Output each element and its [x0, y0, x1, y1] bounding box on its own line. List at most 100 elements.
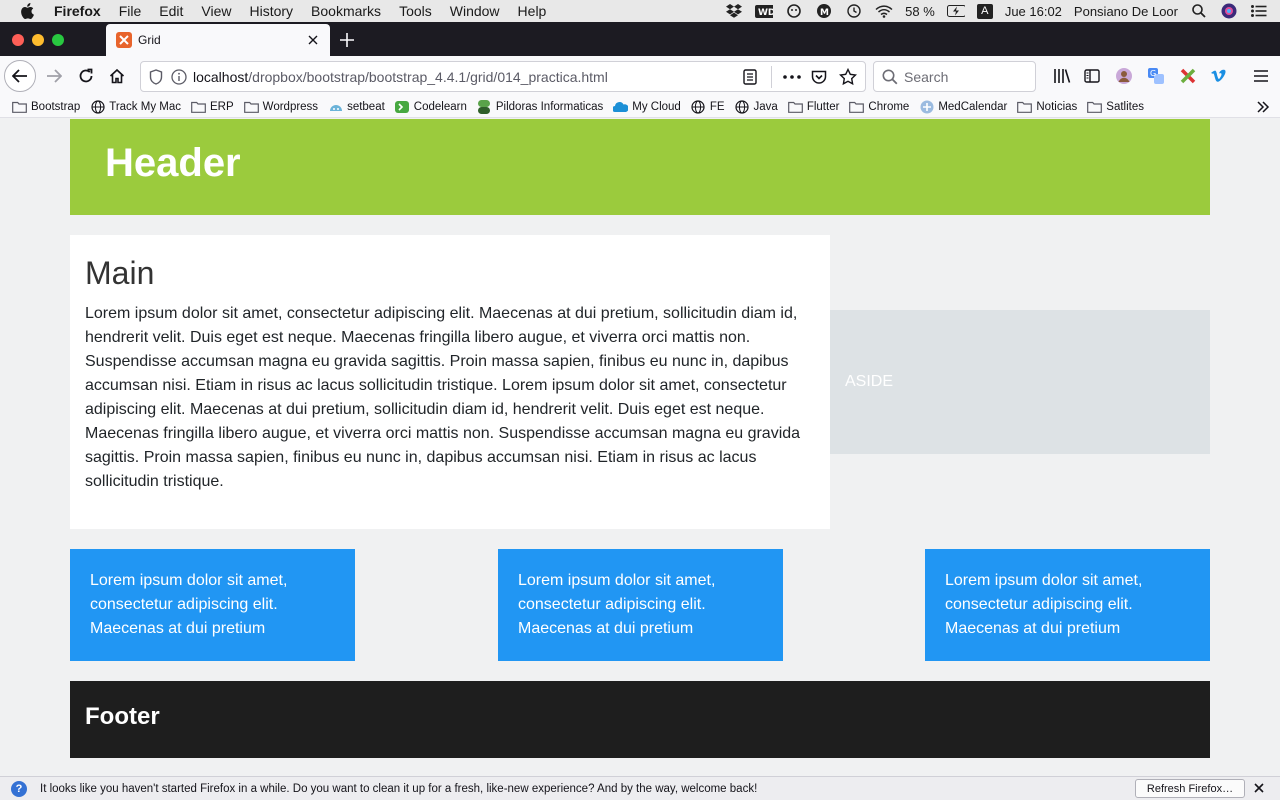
siri-icon[interactable] [1220, 3, 1238, 19]
page-header: Header [70, 119, 1210, 215]
notification-bar: ? It looks like you haven't started Fire… [0, 776, 1280, 800]
folder-icon [787, 101, 803, 113]
close-notification-icon[interactable] [1251, 780, 1267, 796]
menubar-user[interactable]: Ponsiano De Loor [1074, 4, 1178, 19]
bookmark-pildoras-informaticas[interactable]: Pildoras Informaticas [477, 99, 604, 114]
bookmark-noticias[interactable]: Noticias [1017, 101, 1077, 113]
reload-button[interactable] [72, 62, 100, 90]
vimeo-extension-icon[interactable] [1205, 62, 1233, 90]
back-button[interactable] [4, 60, 36, 92]
bookmark-star-icon[interactable] [839, 68, 857, 86]
bookmark-codelearn[interactable]: Codelearn [395, 100, 467, 113]
apple-icon[interactable] [20, 3, 36, 19]
reader-view-icon[interactable] [743, 69, 757, 85]
macos-menubar: Firefox File Edit View History Bookmarks… [0, 0, 1280, 22]
page-footer: Footer [70, 681, 1210, 758]
address-bar[interactable]: localhost/dropbox/bootstrap/bootstrap_4.… [140, 61, 866, 92]
page-actions-icon[interactable] [783, 75, 801, 79]
bookmark-wordpress[interactable]: Wordpress [243, 101, 318, 113]
close-window-button[interactable] [12, 34, 24, 46]
folder-icon [1087, 101, 1103, 113]
menu-app-firefox[interactable]: Firefox [54, 3, 101, 19]
sidebar-toggle-icon[interactable] [1078, 62, 1106, 90]
bookmark-flutter[interactable]: Flutter [787, 100, 840, 113]
bookmark-label: Pildoras Informaticas [495, 100, 604, 113]
bookmark-bootstrap[interactable]: Bootstrap [12, 101, 80, 113]
url-text[interactable]: localhost/dropbox/bootstrap/bootstrap_4.… [193, 69, 608, 85]
bookmarks-toolbar: Bootstrap Track My Mac ERP Wordpress setbeat… [0, 96, 1280, 118]
pildoras-icon [477, 99, 492, 114]
header-title: Header [105, 141, 241, 185]
translate-extension-icon[interactable]: G [1142, 62, 1170, 90]
menu-help[interactable]: Help [518, 3, 547, 19]
menu-view[interactable]: View [201, 3, 231, 19]
bookmark-label: Noticias [1036, 100, 1078, 113]
info-card-1: Lorem ipsum dolor sit amet, consectetur … [70, 549, 355, 661]
battery-icon[interactable] [946, 4, 965, 18]
menu-edit[interactable]: Edit [159, 3, 183, 19]
bookmark-setbeat[interactable]: setbeat [328, 101, 385, 113]
bookmark-erp[interactable]: ERP [191, 101, 234, 113]
question-icon: ? [11, 780, 27, 797]
menu-file[interactable]: File [119, 3, 142, 19]
tab-title: Grid [138, 33, 161, 47]
tools-extension-icon[interactable] [1174, 62, 1202, 90]
notification-center-icon[interactable] [1250, 4, 1268, 18]
bookmark-satlites[interactable]: Satlites [1087, 101, 1144, 113]
refresh-firefox-button[interactable]: Refresh Firefox… [1135, 779, 1245, 798]
menu-tools[interactable]: Tools [399, 3, 432, 19]
menu-history[interactable]: History [249, 3, 293, 19]
bookmark-chrome[interactable]: Chrome [849, 101, 909, 113]
bookmark-medcalendar[interactable]: MedCalendar [919, 100, 1008, 113]
menu-window[interactable]: Window [450, 3, 500, 19]
dropbox-icon[interactable] [725, 4, 743, 18]
card-text: Lorem ipsum dolor sit amet, consectetur … [90, 572, 288, 637]
wifi-icon[interactable] [875, 4, 893, 18]
input-source-icon[interactable]: A [976, 3, 993, 19]
bookmark-track-my-mac[interactable]: Track My Mac [90, 99, 181, 114]
bookmark-label: Flutter [806, 100, 840, 113]
account-avatar-icon[interactable] [1110, 62, 1138, 90]
tab-grid[interactable]: Grid [106, 24, 330, 56]
site-info-icon[interactable] [171, 68, 187, 85]
bookmark-label: MedCalendar [938, 100, 1008, 113]
m-app-icon[interactable]: M [815, 4, 833, 18]
bookmark-fe[interactable]: FE [691, 99, 725, 114]
spotlight-search-icon[interactable] [1190, 4, 1208, 18]
aside-label: ASIDE [845, 373, 894, 390]
folder-icon [191, 101, 206, 113]
close-tab-icon[interactable] [304, 31, 322, 49]
ghost-icon[interactable] [785, 4, 803, 18]
new-tab-button[interactable] [336, 29, 358, 51]
bookmark-label: setbeat [347, 100, 385, 113]
info-card-2: Lorem ipsum dolor sit amet, consectetur … [498, 549, 783, 661]
time-machine-icon[interactable] [845, 4, 863, 18]
aside-section: ASIDE [830, 310, 1210, 454]
bookmark-label: Chrome [868, 100, 910, 113]
card-text: Lorem ipsum dolor sit amet, consectetur … [518, 572, 716, 637]
urlbar-divider [771, 66, 772, 88]
bookmark-label: ERP [210, 100, 234, 113]
bookmark-label: Codelearn [413, 100, 467, 113]
globe-icon [691, 99, 706, 114]
footer-title: Footer [85, 703, 160, 730]
bookmarks-overflow-icon[interactable] [1256, 100, 1270, 114]
bookmark-label: FE [709, 100, 725, 113]
wd-drive-icon[interactable]: WD [755, 4, 774, 18]
home-button[interactable] [103, 62, 131, 90]
menubar-clock[interactable]: Jue 16:02 [1005, 4, 1062, 19]
tracking-shield-icon[interactable] [149, 68, 163, 85]
bookmark-java[interactable]: Java [735, 99, 778, 114]
library-icon[interactable] [1048, 62, 1076, 90]
url-path: /dropbox/bootstrap/bootstrap_4.4.1/grid/… [248, 68, 608, 85]
search-bar[interactable]: Search [873, 61, 1036, 92]
xampp-favicon-icon [116, 32, 132, 48]
forward-button[interactable] [40, 62, 68, 90]
zoom-window-button[interactable] [52, 34, 64, 46]
menu-bookmarks[interactable]: Bookmarks [311, 3, 381, 19]
hamburger-menu-icon[interactable] [1247, 62, 1275, 90]
folder-icon [243, 101, 259, 113]
pocket-icon[interactable] [811, 69, 827, 85]
bookmark-my-cloud[interactable]: My Cloud [613, 101, 681, 113]
minimize-window-button[interactable] [32, 34, 44, 46]
